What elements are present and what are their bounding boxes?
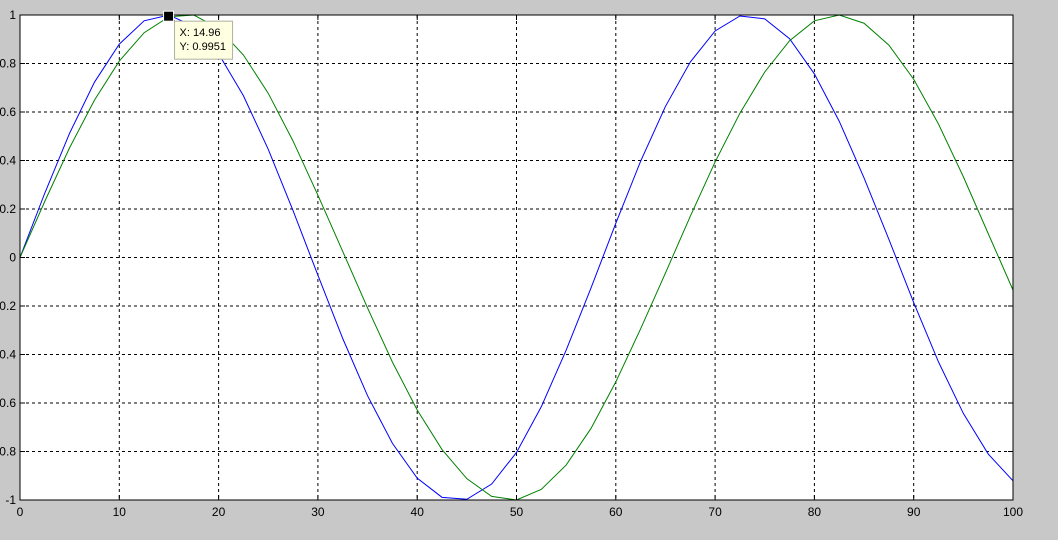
y-tick-label: 1	[9, 8, 16, 22]
datatip-marker[interactable]	[163, 10, 175, 22]
y-tick-label: -1	[5, 493, 16, 507]
x-tick-label: 70	[708, 505, 722, 519]
y-tick-label: -0.2	[0, 299, 16, 313]
y-tick-label: 0.4	[0, 154, 16, 168]
x-tick-label: 30	[311, 505, 325, 519]
x-tick-label: 100	[1003, 505, 1023, 519]
y-tick-label: 0.6	[0, 105, 16, 119]
y-tick-label: -0.6	[0, 396, 16, 410]
x-tick-label: 40	[411, 505, 425, 519]
y-tick-label: -0.8	[0, 445, 16, 459]
x-tick-label: 10	[113, 505, 127, 519]
x-tick-label: 20	[212, 505, 226, 519]
y-tick-label: 0.2	[0, 202, 16, 216]
y-tick-label: -0.4	[0, 348, 16, 362]
x-tick-label: 80	[808, 505, 822, 519]
y-tick-label: 0	[9, 251, 16, 265]
y-tick-label: 0.8	[0, 57, 16, 71]
datatip-y-text: Y: 0.9951	[180, 41, 227, 53]
x-tick-label: 50	[510, 505, 524, 519]
x-tick-label: 60	[609, 505, 623, 519]
x-tick-label: 90	[907, 505, 921, 519]
datatip-x-text: X: 14.96	[180, 27, 221, 39]
x-tick-label: 0	[17, 505, 24, 519]
plot-figure: 0102030405060708090100-1-0.8-0.6-0.4-0.2…	[0, 8, 1023, 519]
